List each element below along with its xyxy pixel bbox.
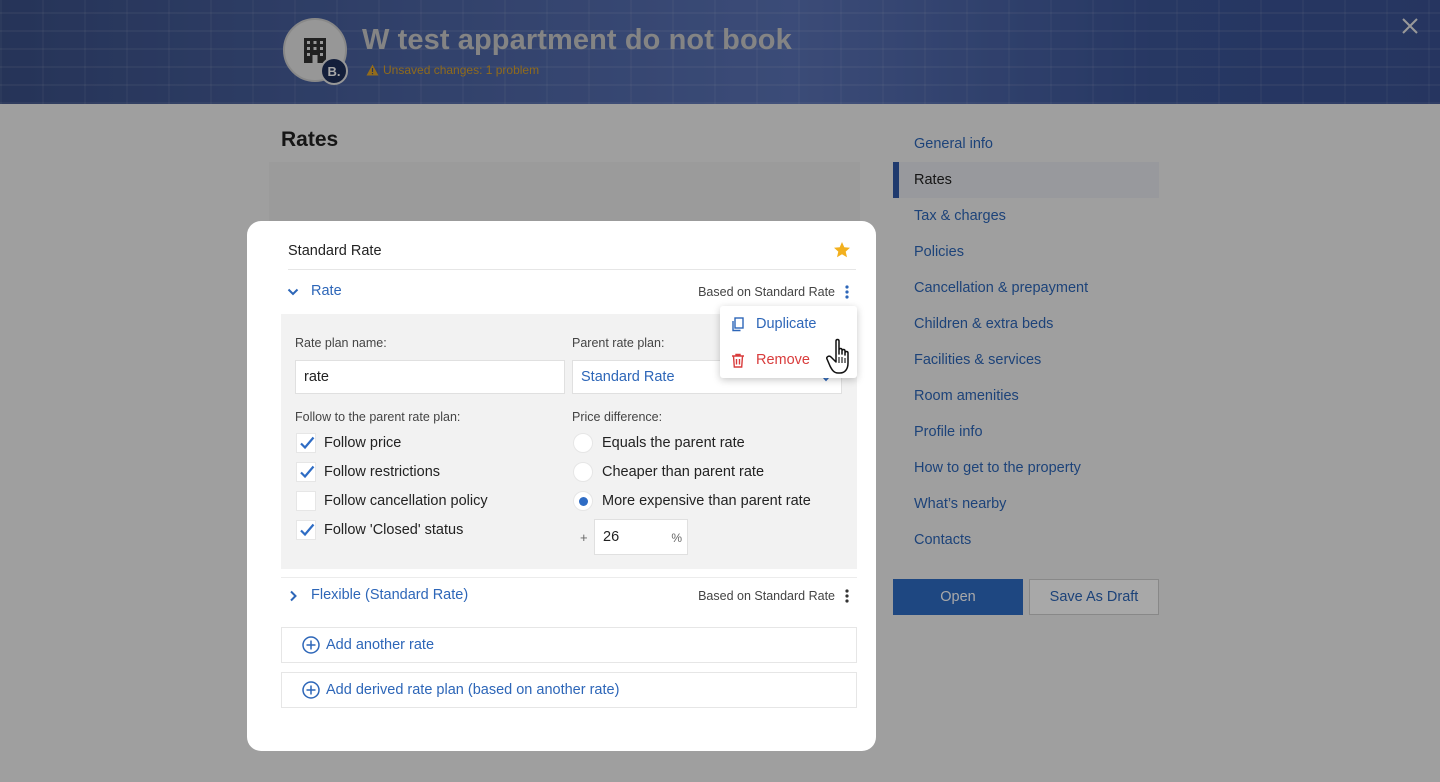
warning-icon — [366, 64, 379, 76]
sidebar-item-facilities[interactable]: Facilities & services — [893, 342, 1159, 378]
kebab-menu-icon[interactable] — [843, 284, 851, 300]
checkbox-label: Follow 'Closed' status — [324, 522, 464, 538]
checkmark-icon — [300, 436, 315, 450]
header-banner: B. W test appartment do not book Unsaved… — [0, 0, 1440, 104]
radio-circle[interactable] — [573, 491, 593, 511]
checkbox-box[interactable] — [296, 433, 316, 453]
parent-rate-plan-label: Parent rate plan: — [572, 336, 665, 350]
sidebar-item-profile-info[interactable]: Profile info — [893, 414, 1159, 450]
rate-plan-name-input[interactable]: rate — [295, 360, 565, 394]
rate-name[interactable]: Flexible (Standard Rate) — [311, 587, 468, 603]
modal-title: Standard Rate — [288, 243, 382, 259]
price-diff-sign: + — [580, 530, 588, 545]
sidebar-item-room-amenities[interactable]: Room amenities — [893, 378, 1159, 414]
radio-more-expensive[interactable]: More expensive than parent rate — [573, 490, 811, 512]
rate-modal: Standard Rate Rate Based on Standard Rat… — [247, 221, 876, 751]
sidebar-item-directions[interactable]: How to get to the property — [893, 450, 1159, 486]
price-difference-label: Price difference: — [572, 410, 663, 424]
add-another-rate-label: Add another rate — [326, 637, 435, 653]
checkbox-box[interactable] — [296, 491, 316, 511]
follow-price-checkbox[interactable]: Follow price — [296, 432, 401, 454]
sidebar-item-contacts[interactable]: Contacts — [893, 522, 1159, 558]
chevron-down-icon[interactable] — [287, 286, 299, 298]
unsaved-warning-text: Unsaved changes: 1 problem — [383, 63, 540, 77]
booking-badge: B. — [320, 57, 348, 85]
rate-based-on: Based on Standard Rate — [698, 285, 835, 299]
radio-cheaper[interactable]: Cheaper than parent rate — [573, 461, 764, 483]
sidebar-item-tax-charges[interactable]: Tax & charges — [893, 198, 1159, 234]
sidebar-item-general-info[interactable]: General info — [893, 126, 1159, 162]
property-title: W test appartment do not book — [362, 24, 792, 56]
sidebar-item-policies[interactable]: Policies — [893, 234, 1159, 270]
rate-plan-name-label: Rate plan name: — [295, 336, 387, 350]
chevron-right-icon[interactable] — [287, 590, 299, 602]
menu-item-remove[interactable]: Remove — [720, 342, 857, 378]
parent-rate-plan-value: Standard Rate — [581, 369, 675, 385]
open-button[interactable]: Open — [893, 579, 1023, 615]
checkbox-label: Follow price — [324, 435, 402, 451]
price-diff-value: 26 — [603, 529, 620, 545]
checkbox-label: Follow restrictions — [324, 464, 441, 480]
copy-icon — [732, 316, 744, 331]
follow-cancellation-checkbox[interactable]: Follow cancellation policy — [296, 490, 488, 512]
rates-content-area — [269, 162, 860, 222]
checkmark-icon — [300, 523, 315, 537]
rate-row-rate[interactable]: Rate Based on Standard Rate — [281, 274, 857, 310]
radio-equals-parent[interactable]: Equals the parent rate — [573, 432, 745, 454]
sidebar-item-cancellation[interactable]: Cancellation & prepayment — [893, 270, 1159, 306]
close-icon[interactable] — [1398, 14, 1422, 38]
radio-label: Cheaper than parent rate — [602, 464, 765, 480]
star-icon[interactable] — [833, 241, 851, 259]
property-avatar: B. — [283, 18, 348, 85]
plus-circle-icon — [302, 681, 320, 699]
rate-based-on: Based on Standard Rate — [698, 589, 835, 603]
add-another-rate-button[interactable]: Add another rate — [281, 627, 857, 663]
sidebar-item-children-beds[interactable]: Children & extra beds — [893, 306, 1159, 342]
sidebar-item-nearby[interactable]: What’s nearby — [893, 486, 1159, 522]
save-draft-button[interactable]: Save As Draft — [1029, 579, 1159, 615]
radio-circle[interactable] — [573, 433, 593, 453]
follow-closed-status-checkbox[interactable]: Follow 'Closed' status — [296, 519, 463, 541]
rate-name[interactable]: Rate — [311, 283, 342, 299]
follow-label: Follow to the parent rate plan: — [295, 410, 461, 424]
menu-item-label: Remove — [756, 352, 810, 368]
trash-icon — [732, 353, 744, 368]
modal-header: Standard Rate — [288, 241, 856, 270]
percent-unit: % — [671, 531, 682, 545]
price-diff-input[interactable]: 26 % — [594, 519, 688, 555]
sidebar-item-rates[interactable]: Rates — [893, 162, 1159, 198]
checkbox-label: Follow cancellation policy — [324, 493, 488, 509]
checkmark-icon — [300, 465, 315, 479]
radio-label: Equals the parent rate — [602, 435, 745, 451]
checkbox-box[interactable] — [296, 462, 316, 482]
add-derived-rate-label: Add derived rate plan (based on another … — [326, 682, 620, 698]
kebab-menu-icon[interactable] — [843, 588, 851, 604]
sidebar-nav: General info Rates Tax & charges Policie… — [893, 126, 1159, 558]
page-title: Rates — [281, 128, 339, 151]
menu-item-duplicate[interactable]: Duplicate — [720, 306, 857, 342]
follow-restrictions-checkbox[interactable]: Follow restrictions — [296, 461, 440, 483]
rate-row-flexible[interactable]: Flexible (Standard Rate) Based on Standa… — [281, 577, 857, 613]
radio-label: More expensive than parent rate — [602, 493, 811, 509]
add-derived-rate-button[interactable]: Add derived rate plan (based on another … — [281, 672, 857, 708]
radio-circle[interactable] — [573, 462, 593, 482]
plus-circle-icon — [302, 636, 320, 654]
checkbox-box[interactable] — [296, 520, 316, 540]
menu-item-label: Duplicate — [756, 316, 817, 332]
unsaved-warning: Unsaved changes: 1 problem — [366, 63, 539, 77]
rate-context-menu: Duplicate Remove — [720, 306, 857, 378]
